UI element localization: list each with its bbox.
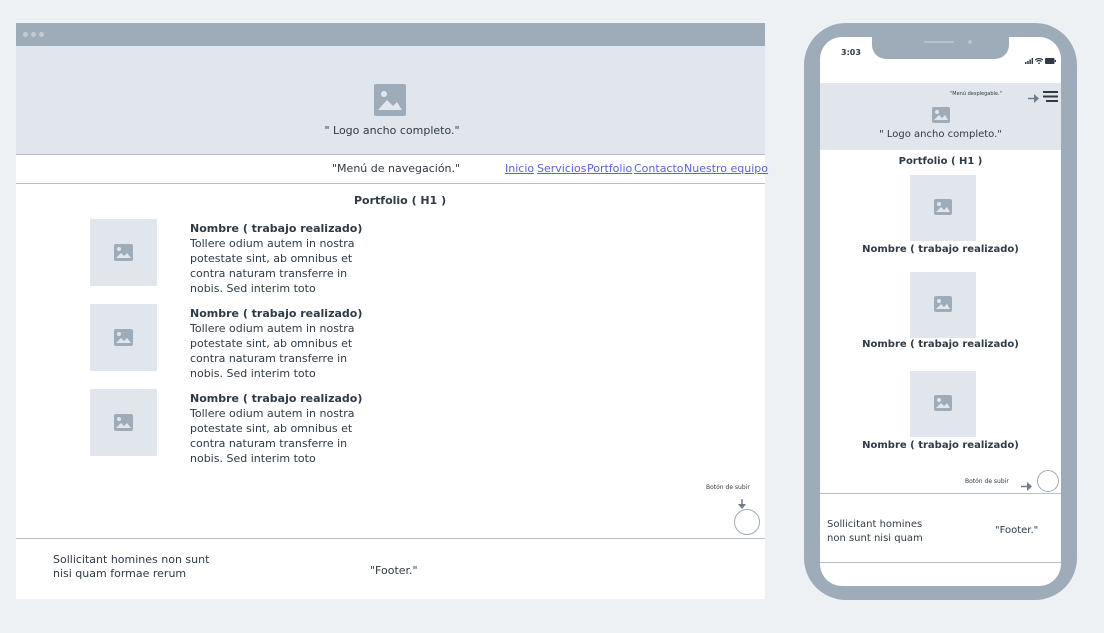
desktop-wireframe: " Logo ancho completo." "Menú de navegac… <box>16 23 768 599</box>
portfolio-thumbnail <box>90 304 157 371</box>
logo-caption: " Logo ancho completo." <box>879 129 1002 140</box>
portfolio-item-description: Tollere odium autem in nostra potestate … <box>190 406 355 466</box>
portfolio-thumbnail <box>910 175 976 241</box>
footer-text: Sollicitant homines non sunt nisi quam <box>827 518 923 546</box>
footer-caption: "Footer." <box>370 564 418 577</box>
signal-icon <box>1025 49 1034 68</box>
portfolio-item-description: Tollere odium autem in nostra potestate … <box>190 236 355 296</box>
footer-line: Sollicitant homines non sunt <box>53 553 210 566</box>
footer-caption: "Footer." <box>995 525 1039 536</box>
status-time: 3:03 <box>841 48 861 57</box>
description-line: Tollere odium autem in nostra <box>190 237 355 250</box>
camera-icon <box>968 40 972 44</box>
nav-link-nuestro-equipo[interactable]: Nuestro equipo <box>684 162 768 175</box>
header-logo-area: "Menú desplegable." " Logo ancho complet… <box>820 83 1061 150</box>
footer-line: nisi quam formae rerum <box>53 567 187 580</box>
portfolio-item-title: Nombre ( trabajo realizado) <box>190 307 363 320</box>
image-placeholder-icon <box>114 329 133 346</box>
phone-screen: 3:03 "Menú desplegable." " Logo ancho co… <box>820 37 1061 586</box>
navigation-bar: "Menú de navegación." Inicio Servicios P… <box>16 154 768 183</box>
divider <box>16 538 765 539</box>
page-title: Portfolio ( H1 ) <box>898 156 983 167</box>
scroll-up-button[interactable] <box>1037 470 1059 492</box>
description-line: contra naturam transferre in <box>190 267 348 280</box>
header-logo-area: " Logo ancho completo." <box>16 46 765 154</box>
nav-link-inicio[interactable]: Inicio <box>505 162 534 175</box>
divider <box>820 493 1061 494</box>
portfolio-thumbnail <box>90 389 157 456</box>
battery-icon <box>1045 49 1056 68</box>
portfolio-item-title: Nombre ( trabajo realizado) <box>190 392 363 405</box>
description-line: contra naturam transferre in <box>190 352 348 365</box>
up-button-caption: Botón de subir <box>706 484 750 491</box>
dropdown-caption: "Menú desplegable." <box>950 91 1002 97</box>
nav-link-contacto[interactable]: Contacto <box>634 162 684 175</box>
browser-title-bar <box>16 23 765 46</box>
portfolio-item-title: Nombre ( trabajo realizado) <box>862 244 1019 255</box>
nav-link-servicios[interactable]: Servicios <box>537 162 586 175</box>
up-button-caption: Botón de subir <box>965 478 1009 485</box>
image-placeholder-icon <box>934 296 952 312</box>
arrow-right-icon <box>1028 88 1039 107</box>
image-placeholder-icon <box>374 84 406 116</box>
window-dot-icon <box>39 32 44 37</box>
portfolio-thumbnail <box>910 371 976 437</box>
nav-link-portfolio[interactable]: Portfolio <box>587 162 632 175</box>
divider <box>820 562 1061 563</box>
portfolio-item-description: Tollere odium autem in nostra potestate … <box>190 321 355 381</box>
footer-line: Sollicitant homines <box>827 519 923 530</box>
divider <box>16 183 765 184</box>
description-line: Tollere odium autem in nostra <box>190 322 355 335</box>
image-placeholder-icon <box>934 395 952 411</box>
window-dot-icon <box>31 32 36 37</box>
window-dot-icon <box>23 32 28 37</box>
speaker-icon <box>924 41 954 43</box>
image-placeholder-icon <box>114 414 133 431</box>
image-placeholder-icon <box>934 199 952 215</box>
description-line: potestate sint, ab omnibus et <box>190 422 353 435</box>
page-title: Portfolio ( H1 ) <box>354 194 447 207</box>
description-line: potestate sint, ab omnibus et <box>190 337 353 350</box>
description-line: Tollere odium autem in nostra <box>190 407 355 420</box>
description-line: nobis. Sed interim toto <box>190 282 316 295</box>
description-line: potestate sint, ab omnibus et <box>190 252 353 265</box>
description-line: contra naturam transferre in <box>190 437 348 450</box>
hamburger-menu-icon[interactable] <box>1043 87 1058 106</box>
image-placeholder-icon <box>114 244 133 261</box>
portfolio-item-title: Nombre ( trabajo realizado) <box>862 440 1019 451</box>
logo-caption: " Logo ancho completo." <box>324 124 460 137</box>
menu-caption: "Menú de navegación." <box>332 162 461 175</box>
wifi-icon <box>1034 49 1044 68</box>
portfolio-item-title: Nombre ( trabajo realizado) <box>862 339 1019 350</box>
phone-notch <box>872 37 1009 59</box>
description-line: nobis. Sed interim toto <box>190 367 316 380</box>
image-placeholder-icon <box>932 107 950 123</box>
footer-line: non sunt nisi quam <box>827 533 923 544</box>
description-line: nobis. Sed interim toto <box>190 452 316 465</box>
footer-text: Sollicitant homines non sunt nisi quam f… <box>53 553 209 581</box>
portfolio-item-title: Nombre ( trabajo realizado) <box>190 222 363 235</box>
mobile-wireframe: 3:03 "Menú desplegable." " Logo ancho co… <box>804 23 1077 600</box>
portfolio-thumbnail <box>910 272 976 338</box>
scroll-up-button[interactable] <box>734 509 760 535</box>
portfolio-thumbnail <box>90 219 157 286</box>
